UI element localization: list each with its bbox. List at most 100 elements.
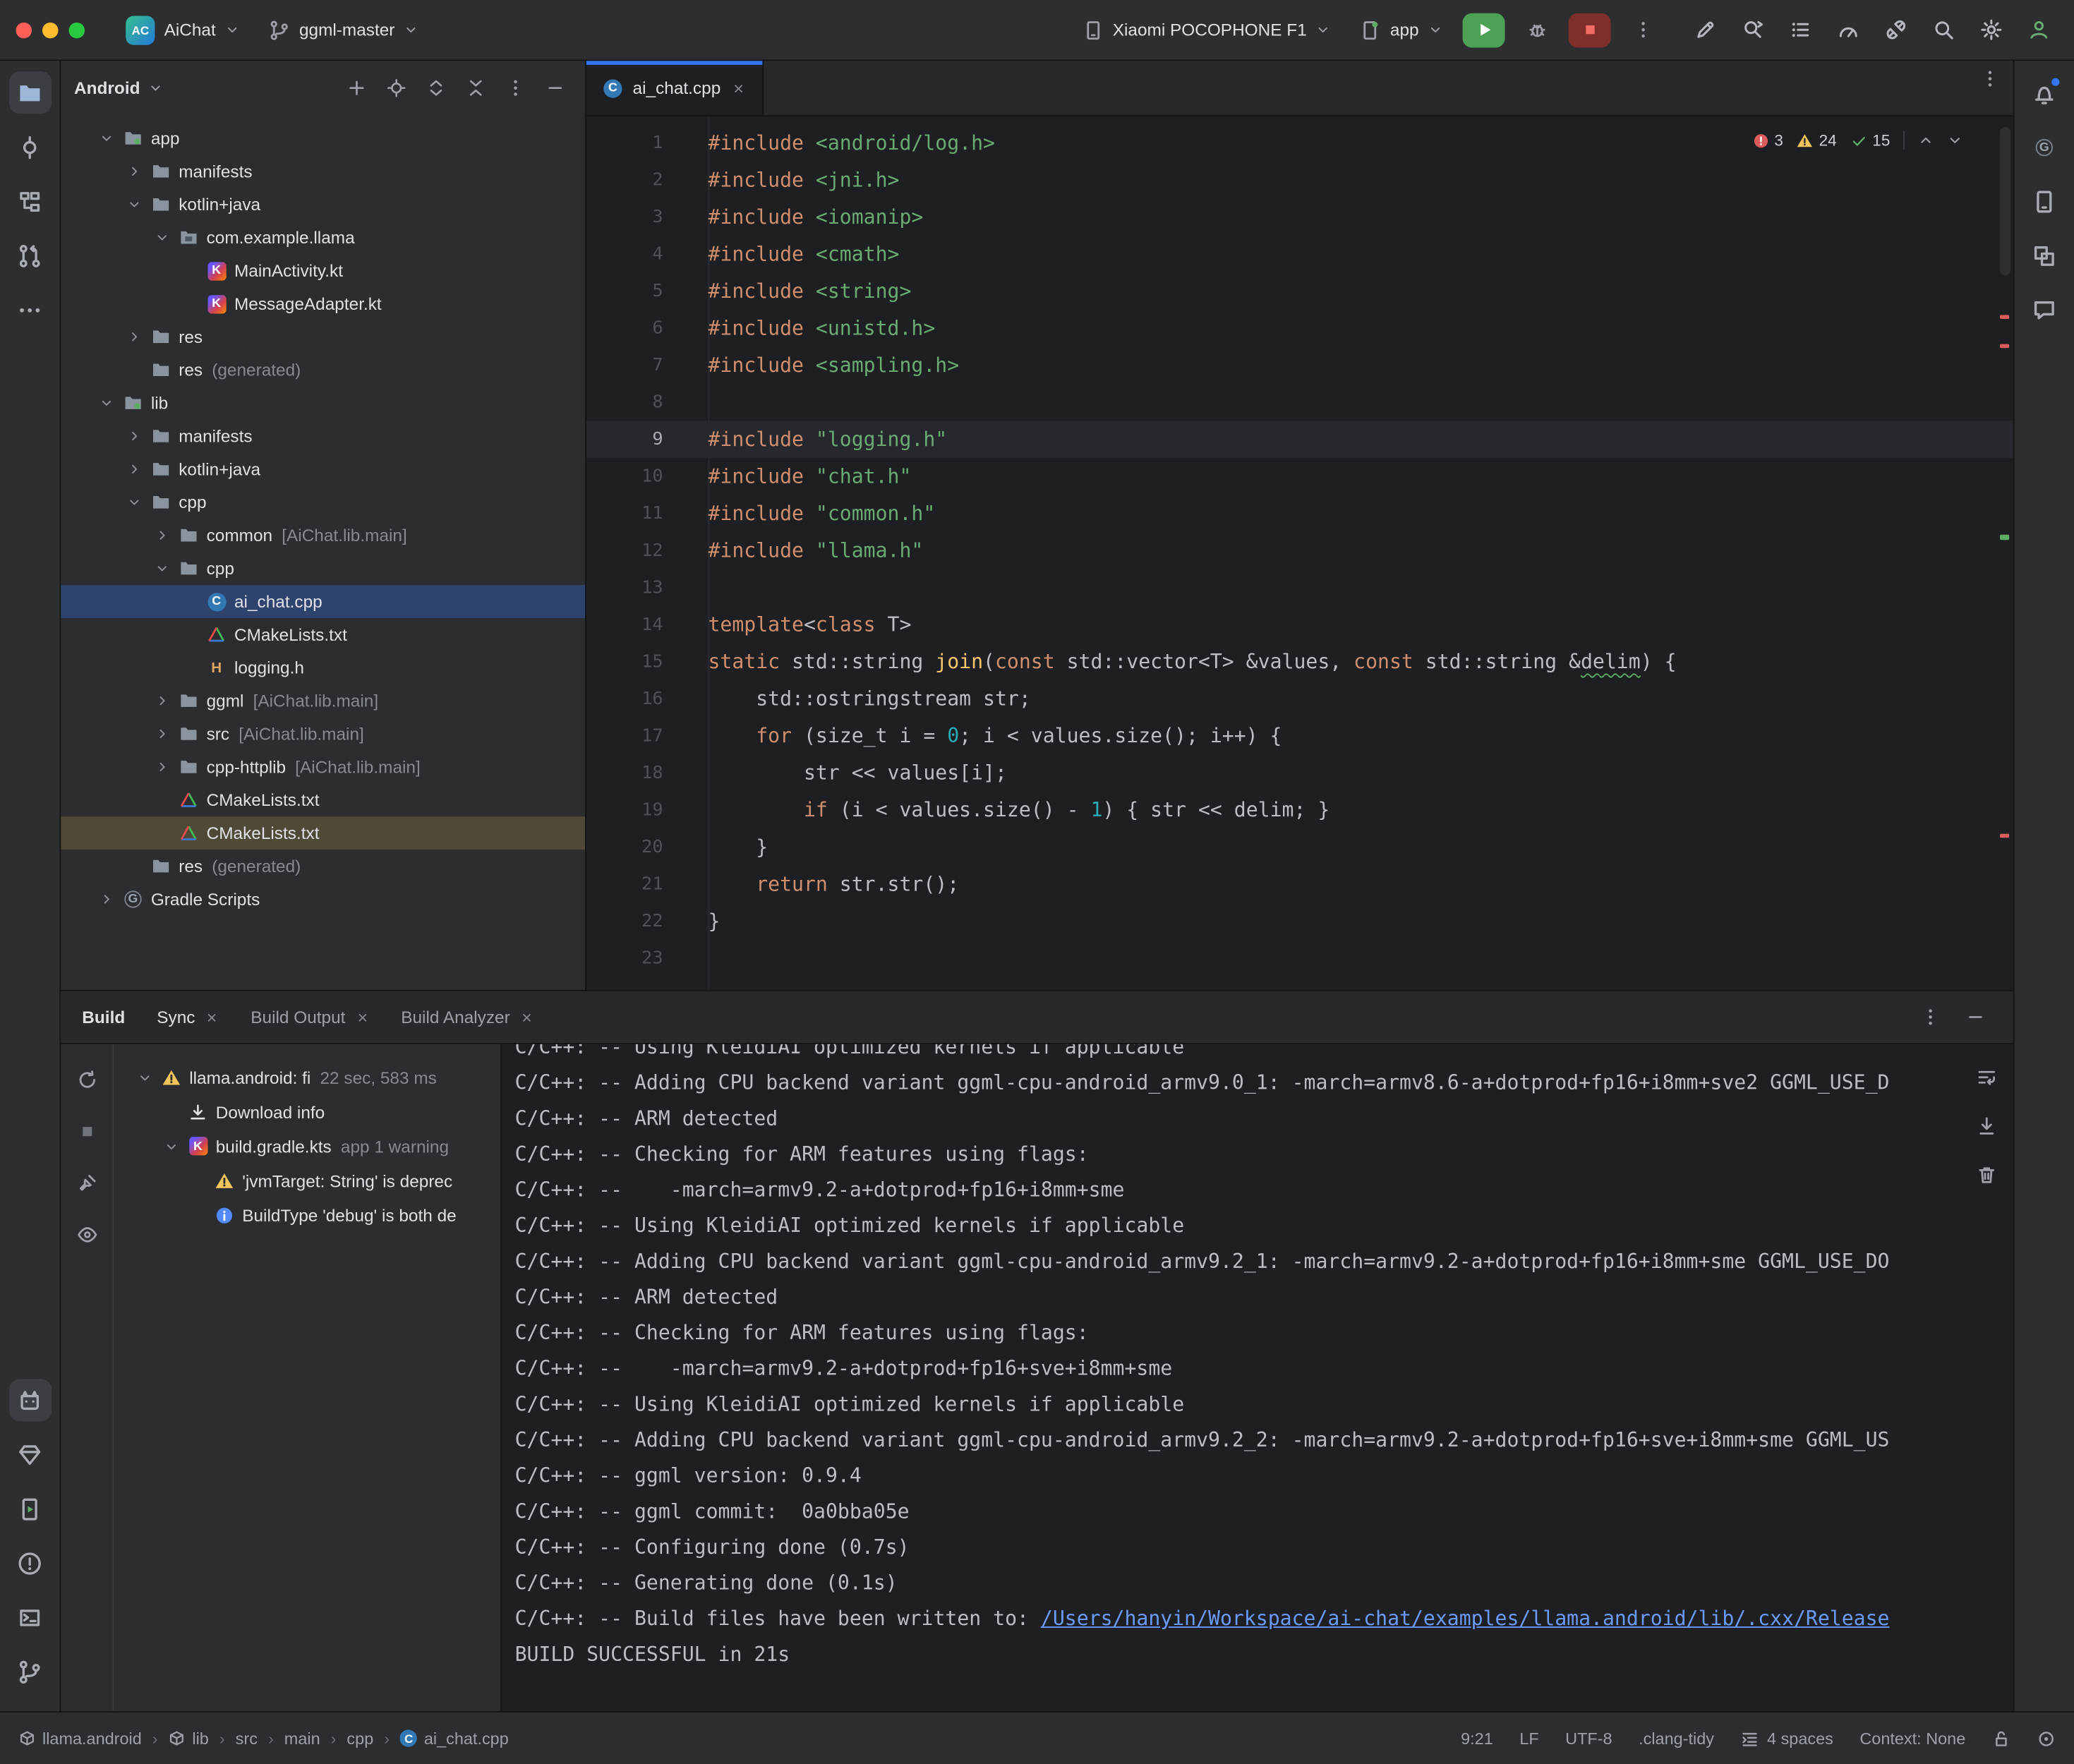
chevron-down-icon[interactable] [135, 1070, 153, 1085]
line-number[interactable]: 2 [586, 162, 709, 199]
code-line-18[interactable]: 18 str << values[i]; [586, 754, 2013, 792]
build-console[interactable]: C/C++: -- Using KleidiAI optimized kerne… [502, 1044, 1960, 1711]
status-indent-config[interactable]: 4 spaces [1741, 1729, 1833, 1747]
code-line-21[interactable]: 21 return str.str(); [586, 866, 2013, 903]
line-number[interactable]: 22 [586, 902, 709, 940]
hide-panel-icon[interactable] [1958, 1000, 1992, 1034]
structure-icon[interactable] [8, 180, 51, 222]
code-line-7[interactable]: 7#include <sampling.h> [586, 346, 2013, 384]
project-folder-icon[interactable] [8, 71, 51, 114]
tree-item-res[interactable]: res [61, 320, 585, 354]
line-number[interactable]: 7 [586, 346, 709, 384]
device-selector[interactable]: Xiaomi POCOPHONE F1 [1071, 14, 1343, 46]
tree-item-kotlin-java[interactable]: kotlin+java [61, 188, 585, 221]
logcat-icon[interactable] [8, 1379, 51, 1421]
gradle-icon[interactable]: G [2023, 126, 2066, 168]
line-number[interactable]: 10 [586, 458, 709, 495]
tree-item-cmakelists-txt[interactable]: CMakeLists.txt [61, 816, 585, 850]
chevron-down-icon[interactable] [124, 495, 143, 509]
tree-item-lib[interactable]: lib [61, 387, 585, 420]
tree-item-llama-android-fi[interactable]: llama.android: fi22 sec, 583 ms [114, 1060, 500, 1094]
pull-requests-icon[interactable] [8, 234, 51, 277]
tree-item-mainactivity-kt[interactable]: KMainActivity.kt [61, 254, 585, 287]
line-number[interactable]: 19 [586, 792, 709, 829]
code-line-19[interactable]: 19 if (i < values.size() - 1) { str << d… [586, 792, 2013, 829]
close-tab-icon[interactable] [356, 1010, 369, 1024]
tree-item-ggml[interactable]: ggml [AiChat.lib.main] [61, 684, 585, 718]
tree-item-cmakelists-txt[interactable]: CMakeLists.txt [61, 618, 585, 651]
close-tab-icon[interactable] [205, 1010, 219, 1024]
inspect-icon[interactable] [69, 1218, 104, 1252]
chevron-right-icon[interactable] [152, 694, 171, 708]
line-number[interactable]: 4 [586, 236, 709, 273]
code-line-3[interactable]: 3#include <iomanip> [586, 198, 2013, 236]
close-tab-icon[interactable] [521, 1010, 534, 1024]
line-number[interactable]: 13 [586, 569, 709, 607]
project-selector[interactable]: AC AiChat [114, 10, 251, 49]
error-stripe-mark[interactable] [2000, 834, 2009, 838]
build-tab-sync[interactable]: Sync [157, 991, 219, 1043]
error-stripe-mark[interactable] [2000, 344, 2009, 349]
stop-disabled-icon[interactable] [69, 1114, 104, 1149]
tree-item-logging-h[interactable]: Hlogging.h [61, 651, 585, 684]
more-options-icon[interactable] [498, 70, 532, 104]
tree-item-ai-chat-cpp[interactable]: Cai_chat.cpp [61, 585, 585, 618]
editor-tab-ai-chat-cpp[interactable]: C ai_chat.cpp [586, 61, 763, 115]
chevron-right-icon[interactable] [152, 727, 171, 742]
chevron-right-icon[interactable] [124, 429, 143, 444]
tree-item-app[interactable]: app [61, 122, 585, 155]
build-tab-build-analyzer[interactable]: Build Analyzer [401, 991, 533, 1043]
chevron-down-icon[interactable] [162, 1139, 180, 1154]
previous-problem-icon[interactable] [1918, 133, 1934, 149]
code-line-23[interactable]: 23 [586, 940, 2013, 977]
expand-all-icon[interactable] [418, 70, 453, 104]
build-panel-title[interactable]: Build [82, 1007, 125, 1027]
line-number[interactable]: 8 [586, 384, 709, 421]
tree-item-com-example-llama[interactable]: com.example.llama [61, 221, 585, 254]
device-manager-icon[interactable] [2023, 180, 2066, 222]
code-line-13[interactable]: 13 [586, 569, 2013, 607]
tree-item-cpp-httplib[interactable]: cpp-httplib [AiChat.lib.main] [61, 750, 585, 783]
scrollbar-thumb[interactable] [2000, 127, 2010, 275]
ai-assistant-icon[interactable] [1685, 11, 1725, 49]
next-problem-icon[interactable] [1947, 133, 1963, 149]
plugins-icon[interactable] [1876, 11, 1915, 49]
code-line-22[interactable]: 22} [586, 902, 2013, 940]
chevron-right-icon[interactable] [152, 760, 171, 775]
hide-panel-icon[interactable] [537, 70, 572, 104]
line-number[interactable]: 9 [586, 421, 709, 458]
build-variants-icon[interactable] [8, 1433, 51, 1475]
tree-item-res[interactable]: res (generated) [61, 850, 585, 883]
profiler-icon[interactable] [1828, 11, 1867, 49]
terminal-icon[interactable] [8, 1596, 51, 1638]
error-stripe-mark[interactable] [2000, 535, 2009, 540]
layout-inspector-icon[interactable] [2023, 234, 2066, 277]
search-everywhere-icon[interactable] [1732, 11, 1772, 49]
code-line-17[interactable]: 17 for (size_t i = 0; i < values.size();… [586, 718, 2013, 755]
status-context[interactable]: Context: None [1859, 1729, 1965, 1747]
editor-options-button[interactable] [1968, 61, 2010, 95]
search-icon[interactable] [1923, 11, 1963, 49]
code-line-8[interactable]: 8 [586, 384, 2013, 421]
clear-console-icon[interactable] [1970, 1158, 2004, 1192]
code-editor[interactable]: 1#include <android/log.h>2#include <jni.… [586, 116, 2013, 990]
notifications-bell-icon[interactable] [2023, 71, 2066, 114]
chevron-down-icon[interactable] [124, 197, 143, 212]
typo-count[interactable]: 15 [1850, 131, 1890, 150]
line-number[interactable]: 23 [586, 940, 709, 977]
tree-item-jvmtarget-string-is-deprec[interactable]: 'jvmTarget: String' is deprec [114, 1164, 500, 1198]
code-line-20[interactable]: 20 } [586, 828, 2013, 866]
error-stripe-mark[interactable] [2000, 315, 2009, 319]
code-line-14[interactable]: 14template<class T> [586, 606, 2013, 644]
error-count[interactable]: 3 [1752, 131, 1783, 150]
chevron-down-icon[interactable] [152, 561, 171, 576]
tree-item-cpp[interactable]: cpp [61, 485, 585, 519]
close-tab-icon[interactable] [731, 81, 744, 95]
breadcrumb-cpp[interactable]: cpp [346, 1729, 373, 1747]
tree-item-kotlin-java[interactable]: kotlin+java [61, 452, 585, 485]
line-number[interactable]: 11 [586, 495, 709, 532]
todo-list-icon[interactable] [1780, 11, 1820, 49]
status-inspections-status[interactable] [2037, 1729, 2056, 1747]
tree-item-gradle-scripts[interactable]: GGradle Scripts [61, 883, 585, 916]
more-options-icon[interactable] [1912, 1000, 1947, 1034]
